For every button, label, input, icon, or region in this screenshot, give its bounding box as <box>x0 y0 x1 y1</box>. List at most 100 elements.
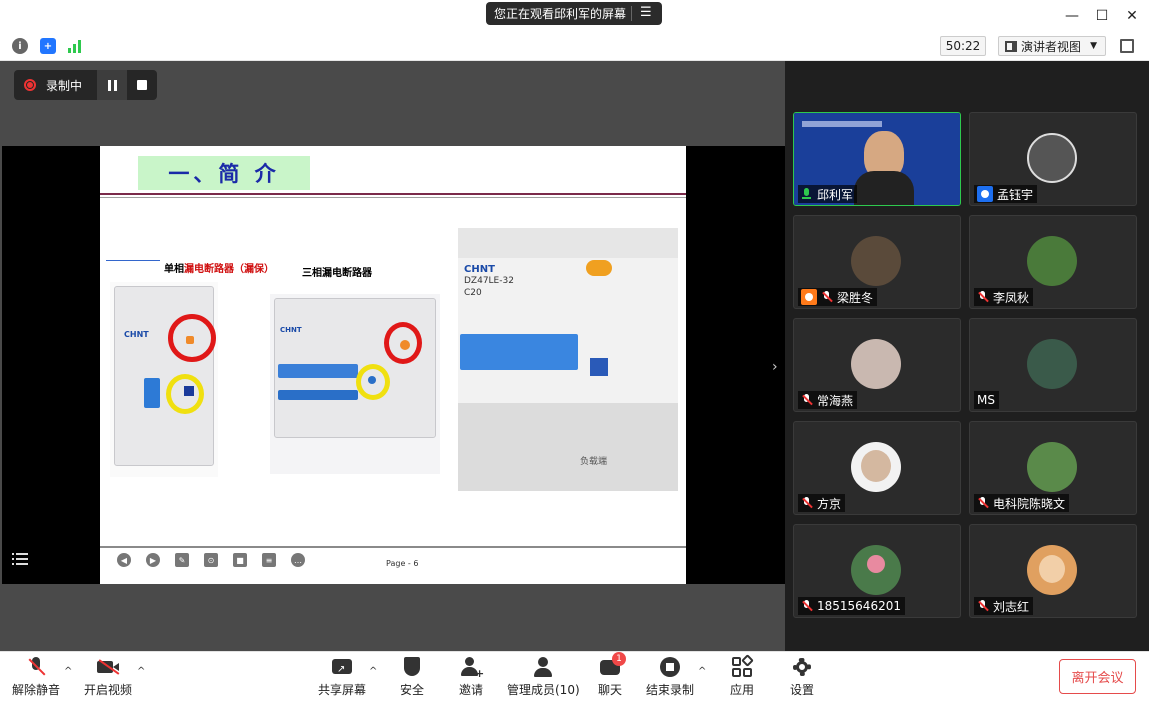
participant-name: 李凤秋 <box>993 290 1030 305</box>
manage-members-label: 管理成员(10) <box>507 683 580 697</box>
participant-tile[interactable]: 梁胜冬 <box>793 215 961 309</box>
share-options-chevron-icon[interactable]: ^ <box>369 666 377 677</box>
single-phase-breaker-photo: CHNT <box>110 282 218 477</box>
close-icon[interactable]: ✕ <box>1122 6 1142 26</box>
meeting-info-row: i + 50:22 演讲者视图 ▼ <box>0 31 1149 61</box>
participant-name: 邱利军 <box>817 187 854 202</box>
mic-muted-icon <box>801 600 813 612</box>
leave-meeting-button[interactable]: 离开会议 <box>1059 659 1136 694</box>
view-mode-button[interactable]: 演讲者视图 ▼ <box>998 36 1106 56</box>
meeting-window: 您正在观看邱利军的屏幕 ☰ — ☐ ✕ i + 50:22 演讲者视图 ▼ 录制… <box>0 0 1149 702</box>
participant-name: MS <box>977 393 995 407</box>
start-video-label: 开启视频 <box>84 683 133 697</box>
participant-tile[interactable]: 邱利军 <box>793 112 961 206</box>
participant-name: 梁胜冬 <box>837 290 874 305</box>
title-bar: 您正在观看邱利军的屏幕 ☰ — ☐ ✕ <box>0 0 1149 31</box>
apps-button[interactable]: 应用 <box>730 654 754 698</box>
recording-options-chevron-icon[interactable]: ^ <box>698 666 706 677</box>
share-banner[interactable]: 您正在观看邱利军的屏幕 ☰ <box>486 2 662 25</box>
pen-icon[interactable]: ✎ <box>175 553 189 567</box>
participant-name: 刘志红 <box>993 599 1030 614</box>
share-screen-label: 共享屏幕 <box>318 683 367 697</box>
members-icon <box>532 656 554 678</box>
participant-name: 电科院陈晓文 <box>993 496 1066 511</box>
subtitle-icon[interactable]: ≡ <box>262 553 276 567</box>
camera-icon[interactable]: ■ <box>233 553 247 567</box>
zoom-icon[interactable]: ⊙ <box>204 553 218 567</box>
end-recording-button[interactable]: 结束录制 <box>646 656 694 698</box>
participant-tile[interactable]: 刘志红 <box>969 524 1137 618</box>
participant-name: 18515646201 <box>817 599 901 613</box>
avatar <box>1027 339 1077 389</box>
settings-button[interactable]: 设置 <box>790 656 814 698</box>
chevron-right-icon[interactable]: › <box>772 359 778 375</box>
manage-members-button[interactable]: 管理成员(10) <box>507 656 580 698</box>
participant-tile[interactable]: 方京 <box>793 421 961 515</box>
mic-muted-icon <box>977 497 989 509</box>
breaker-closeup-photo: CHNT DZ47LE-32 C20 负载端 <box>458 228 678 491</box>
chat-button[interactable]: 1 聊天 <box>598 652 626 698</box>
mic-on-icon <box>801 188 813 200</box>
shared-screen-stage: 录制中 一、简 介 单相漏电断路器（漏保） 三相漏电断路器 CHNT CHNT … <box>0 61 790 651</box>
audio-options-chevron-icon[interactable]: ^ <box>64 666 72 677</box>
shield-icon <box>401 656 423 678</box>
caption-single-phase: 单相漏电断路器（漏保） <box>164 264 274 275</box>
info-icon[interactable]: i <box>12 38 28 54</box>
recording-label: 录制中 <box>46 78 83 93</box>
minimize-icon[interactable]: — <box>1062 6 1082 26</box>
end-recording-label: 结束录制 <box>646 683 695 697</box>
unmute-label: 解除静音 <box>12 683 61 697</box>
view-icon <box>1005 40 1017 52</box>
slide-list-icon[interactable] <box>12 551 28 567</box>
next-slide-icon[interactable]: ▶ <box>146 553 160 567</box>
stop-recording-button[interactable] <box>127 70 157 100</box>
avatar <box>851 236 901 286</box>
share-screen-icon: ↗ <box>331 656 353 678</box>
add-user-icon: + <box>460 656 484 679</box>
unmute-button[interactable]: 解除静音 <box>12 656 60 698</box>
participant-tile[interactable]: 18515646201 <box>793 524 961 618</box>
avatar <box>1027 236 1077 286</box>
slide-title: 一、简 介 <box>138 156 310 190</box>
video-off-icon <box>97 656 120 678</box>
banner-menu-icon[interactable]: ☰ <box>640 5 652 20</box>
record-icon <box>24 79 36 91</box>
participant-name: 孟钰宇 <box>997 187 1034 202</box>
chat-label: 聊天 <box>598 683 623 697</box>
gear-icon <box>791 656 813 678</box>
shield-icon[interactable]: + <box>40 38 56 54</box>
more-icon[interactable]: … <box>291 553 305 567</box>
pause-recording-button[interactable] <box>97 70 127 100</box>
meeting-toolbar: 解除静音 ^ 开启视频 ^ ↗ 共享屏幕 ^ 安全 + 邀请 管理成员(10) … <box>0 651 1149 702</box>
fullscreen-icon[interactable] <box>1120 39 1134 53</box>
mic-muted-icon <box>801 497 813 509</box>
mic-muted-icon <box>25 656 47 678</box>
user-icon <box>977 186 993 202</box>
participant-tile[interactable]: 孟钰宇 <box>969 112 1137 206</box>
maximize-icon[interactable]: ☐ <box>1092 6 1112 26</box>
video-options-chevron-icon[interactable]: ^ <box>137 666 145 677</box>
meeting-timer: 50:22 <box>940 36 986 56</box>
caption-three-phase: 三相漏电断路器 <box>302 268 372 279</box>
prev-slide-icon[interactable]: ◀ <box>117 553 131 567</box>
participant-tile[interactable]: 常海燕 <box>793 318 961 412</box>
security-button[interactable]: 安全 <box>400 656 424 698</box>
stop-record-icon <box>659 656 681 678</box>
chevron-down-icon: ▼ <box>1090 41 1097 51</box>
slide-page-label: Page - 6 <box>386 559 419 568</box>
signal-icon[interactable] <box>68 39 84 53</box>
participant-tile[interactable]: 李凤秋 <box>969 215 1137 309</box>
participant-tile[interactable]: 电科院陈晓文 <box>969 421 1137 515</box>
invite-button[interactable]: + 邀请 <box>459 656 484 698</box>
participant-tile[interactable]: MS <box>969 318 1137 412</box>
recording-bar: 录制中 <box>14 70 157 100</box>
avatar <box>1027 133 1077 183</box>
view-mode-label: 演讲者视图 <box>1021 39 1082 54</box>
apps-icon <box>731 654 754 678</box>
start-video-button[interactable]: 开启视频 <box>84 656 132 698</box>
user-icon <box>801 289 817 305</box>
participant-name: 常海燕 <box>817 393 854 408</box>
mic-muted-icon <box>977 600 989 612</box>
invite-label: 邀请 <box>459 683 484 697</box>
share-screen-button[interactable]: ↗ 共享屏幕 <box>318 656 366 698</box>
